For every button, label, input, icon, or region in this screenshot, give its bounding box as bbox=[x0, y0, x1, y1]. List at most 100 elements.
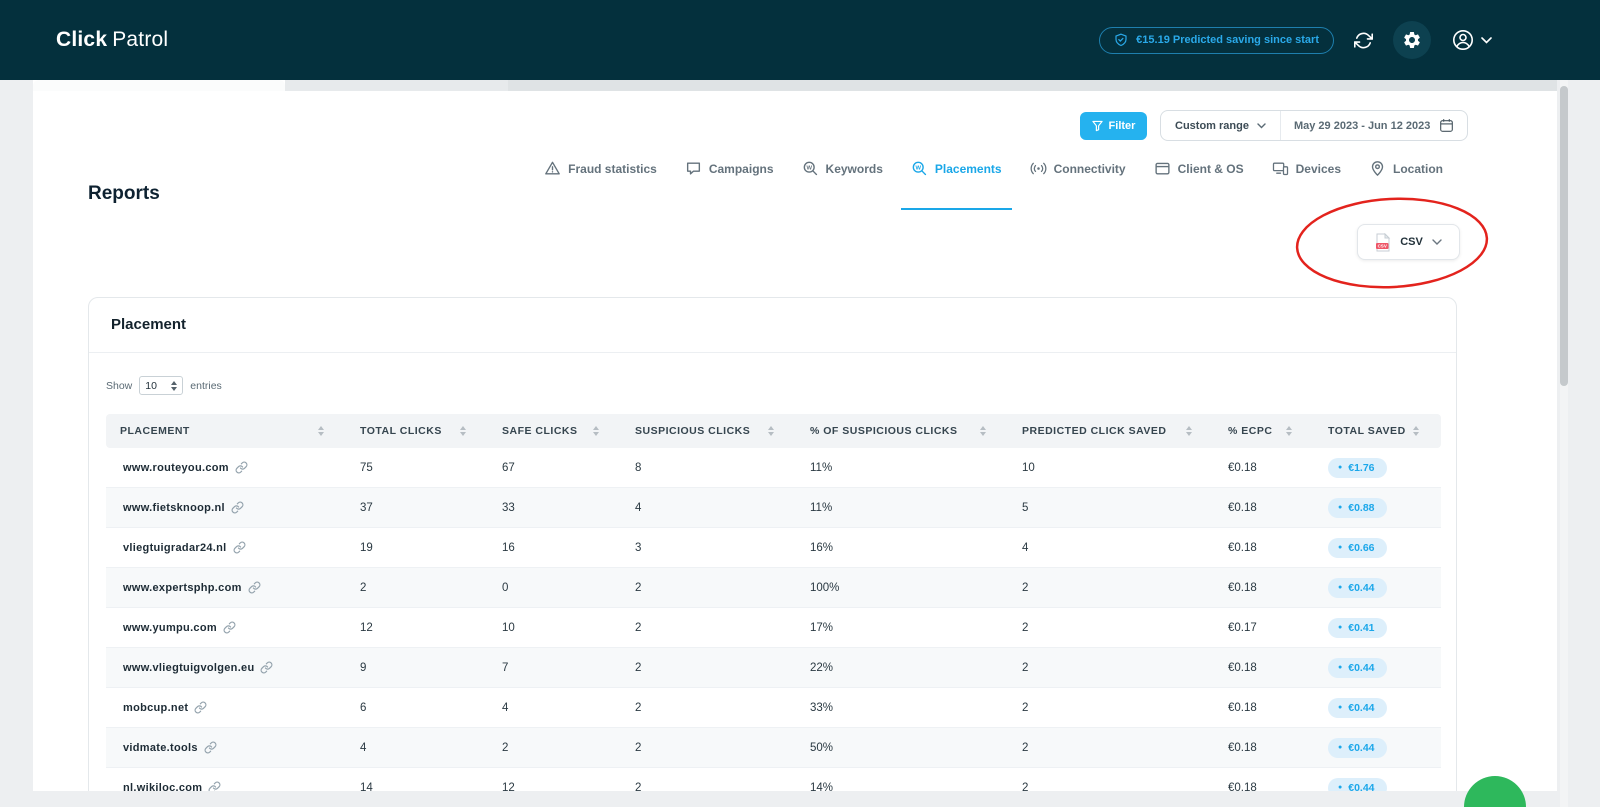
tab-connectivity[interactable]: Connectivity bbox=[1030, 160, 1126, 177]
total-clicks-cell: 75 bbox=[360, 461, 373, 474]
savings-text: €15.19 Predicted saving since start bbox=[1136, 34, 1319, 46]
placement-url[interactable]: www.fietsknoop.nl bbox=[123, 502, 225, 514]
tab-placements[interactable]: W Placements bbox=[900, 160, 1012, 210]
safe-clicks-cell: 2 bbox=[502, 741, 509, 754]
predicted-saved-cell: 2 bbox=[1022, 781, 1029, 792]
column-header[interactable]: TOTAL SAVED bbox=[1314, 414, 1441, 448]
filter-button[interactable]: Filter bbox=[1080, 112, 1147, 140]
total-saved-badge: €0.44 bbox=[1328, 657, 1387, 678]
divider bbox=[89, 352, 1456, 353]
predicted-saved-cell: 2 bbox=[1022, 581, 1029, 594]
settings-button[interactable] bbox=[1393, 21, 1431, 59]
table-row[interactable]: vidmate.tools 4 2 2 50% 2 €0.18 €0.44 bbox=[106, 728, 1441, 768]
placement-url[interactable]: mobcup.net bbox=[123, 702, 188, 714]
table-row[interactable]: www.yumpu.com 12 10 2 17% 2 €0.17 €0.41 bbox=[106, 608, 1441, 648]
column-header[interactable]: % ECPC bbox=[1214, 414, 1314, 448]
column-header[interactable]: PREDICTED CLICK SAVED bbox=[1008, 414, 1214, 448]
sort-icon[interactable] bbox=[1413, 426, 1419, 436]
sort-icon[interactable] bbox=[460, 426, 466, 436]
tab-label: Placements bbox=[934, 161, 1002, 176]
table-row[interactable]: www.fietsknoop.nl 37 33 4 11% 5 €0.18 €0… bbox=[106, 488, 1441, 528]
placement-url[interactable]: nl.wikiloc.com bbox=[123, 782, 202, 792]
safe-clicks-cell: 7 bbox=[502, 661, 509, 674]
sort-icon[interactable] bbox=[768, 426, 774, 436]
total-saved-cell: €0.44 bbox=[1314, 768, 1441, 791]
column-header[interactable]: % OF SUSPICIOUS CLICKS bbox=[796, 414, 1008, 448]
column-label: % OF SUSPICIOUS CLICKS bbox=[810, 425, 958, 437]
column-header[interactable]: SUSPICIOUS CLICKS bbox=[621, 414, 796, 448]
account-menu[interactable] bbox=[1451, 28, 1492, 52]
placement-url[interactable]: www.yumpu.com bbox=[123, 622, 217, 634]
ecpc-cell: €0.18 bbox=[1228, 661, 1257, 674]
range-type-label: Custom range bbox=[1175, 119, 1249, 132]
sort-icon[interactable] bbox=[980, 426, 986, 436]
external-link-icon[interactable] bbox=[208, 781, 221, 791]
external-link-icon[interactable] bbox=[223, 621, 236, 634]
logo-secondary: Patrol bbox=[112, 28, 169, 51]
tab-label: Client & OS bbox=[1177, 161, 1244, 176]
stepper-arrows-icon[interactable] bbox=[171, 380, 178, 391]
safe-clicks-cell: 67 bbox=[502, 461, 515, 474]
total-saved-cell: €0.41 bbox=[1314, 608, 1441, 647]
table-row[interactable]: www.routeyou.com 75 67 8 11% 10 €0.18 €1… bbox=[106, 448, 1441, 488]
external-link-icon[interactable] bbox=[233, 541, 246, 554]
total-saved-cell: €0.66 bbox=[1314, 528, 1441, 567]
sort-icon[interactable] bbox=[1186, 426, 1192, 436]
total-clicks-cell: 2 bbox=[360, 581, 367, 594]
suspicious-clicks-cell: 2 bbox=[635, 621, 642, 634]
tab-keywords[interactable]: W Keywords bbox=[802, 160, 883, 177]
page-title: Reports bbox=[88, 183, 160, 204]
tab-label: Campaigns bbox=[708, 161, 774, 176]
external-link-icon[interactable] bbox=[231, 501, 244, 514]
logo-primary: Click bbox=[56, 28, 108, 51]
column-header[interactable]: TOTAL CLICKS bbox=[346, 414, 488, 448]
page-size-select[interactable]: 10 bbox=[139, 376, 184, 395]
sort-icon[interactable] bbox=[318, 426, 324, 436]
predicted-saved-cell: 2 bbox=[1022, 741, 1029, 754]
table-row[interactable]: www.vliegtuigvolgen.eu 9 7 2 22% 2 €0.18… bbox=[106, 648, 1441, 688]
tab-fraud-statistics[interactable]: Fraud statistics bbox=[544, 160, 657, 177]
refresh-button[interactable] bbox=[1354, 31, 1373, 50]
scrollbar-thumb[interactable] bbox=[1560, 86, 1568, 386]
ecpc-cell: €0.18 bbox=[1228, 781, 1257, 792]
external-link-icon[interactable] bbox=[235, 461, 248, 474]
tab-campaigns[interactable]: Campaigns bbox=[685, 160, 774, 177]
table-row[interactable]: vliegtuigradar24.nl 19 16 3 16% 4 €0.18 … bbox=[106, 528, 1441, 568]
column-header[interactable]: SAFE CLICKS bbox=[488, 414, 621, 448]
clickpatrol-logo[interactable]: Click Patrol bbox=[56, 0, 168, 80]
column-header[interactable]: PLACEMENT bbox=[106, 414, 346, 448]
placement-url[interactable]: vliegtuigradar24.nl bbox=[123, 542, 227, 554]
funnel-icon bbox=[1091, 120, 1103, 132]
predicted-saving-pill[interactable]: €15.19 Predicted saving since start bbox=[1099, 26, 1334, 54]
date-range-value: May 29 2023 - Jun 12 2023 bbox=[1293, 119, 1431, 132]
table-row[interactable]: www.expertsphp.com 2 0 2 100% 2 €0.18 €0… bbox=[106, 568, 1441, 608]
scrollbar-track bbox=[1560, 80, 1568, 807]
total-clicks-cell: 6 bbox=[360, 701, 367, 714]
external-link-icon[interactable] bbox=[248, 581, 261, 594]
external-link-icon[interactable] bbox=[204, 741, 217, 754]
tab-devices[interactable]: Devices bbox=[1272, 160, 1341, 177]
tab-location[interactable]: Location bbox=[1369, 160, 1443, 177]
date-range-field[interactable]: May 29 2023 - Jun 12 2023 bbox=[1281, 118, 1467, 133]
connectivity-icon bbox=[1030, 162, 1047, 175]
placement-url[interactable]: vidmate.tools bbox=[123, 742, 198, 754]
predicted-saved-cell: 10 bbox=[1022, 461, 1035, 474]
external-link-icon[interactable] bbox=[260, 661, 273, 674]
total-clicks-cell: 14 bbox=[360, 781, 373, 792]
suspicious-clicks-cell: 2 bbox=[635, 701, 642, 714]
sort-icon[interactable] bbox=[1286, 426, 1292, 436]
total-clicks-cell: 9 bbox=[360, 661, 367, 674]
range-type-dropdown[interactable]: Custom range bbox=[1161, 111, 1281, 140]
sort-icon[interactable] bbox=[593, 426, 599, 436]
placement-url[interactable]: www.vliegtuigvolgen.eu bbox=[123, 662, 254, 674]
table-row[interactable]: nl.wikiloc.com 14 12 2 14% 2 €0.18 €0.44 bbox=[106, 768, 1441, 791]
export-csv-button[interactable]: CSV CSV bbox=[1357, 224, 1460, 260]
suspicious-pct-cell: 14% bbox=[810, 781, 834, 792]
placement-url[interactable]: www.routeyou.com bbox=[123, 462, 229, 474]
tab-client-os[interactable]: Client & OS bbox=[1154, 160, 1244, 177]
top-strip-segment bbox=[508, 80, 1557, 91]
table-row[interactable]: mobcup.net 6 4 2 33% 2 €0.18 €0.44 bbox=[106, 688, 1441, 728]
external-link-icon[interactable] bbox=[194, 701, 207, 714]
total-clicks-cell: 4 bbox=[360, 741, 367, 754]
placement-url[interactable]: www.expertsphp.com bbox=[123, 582, 242, 594]
